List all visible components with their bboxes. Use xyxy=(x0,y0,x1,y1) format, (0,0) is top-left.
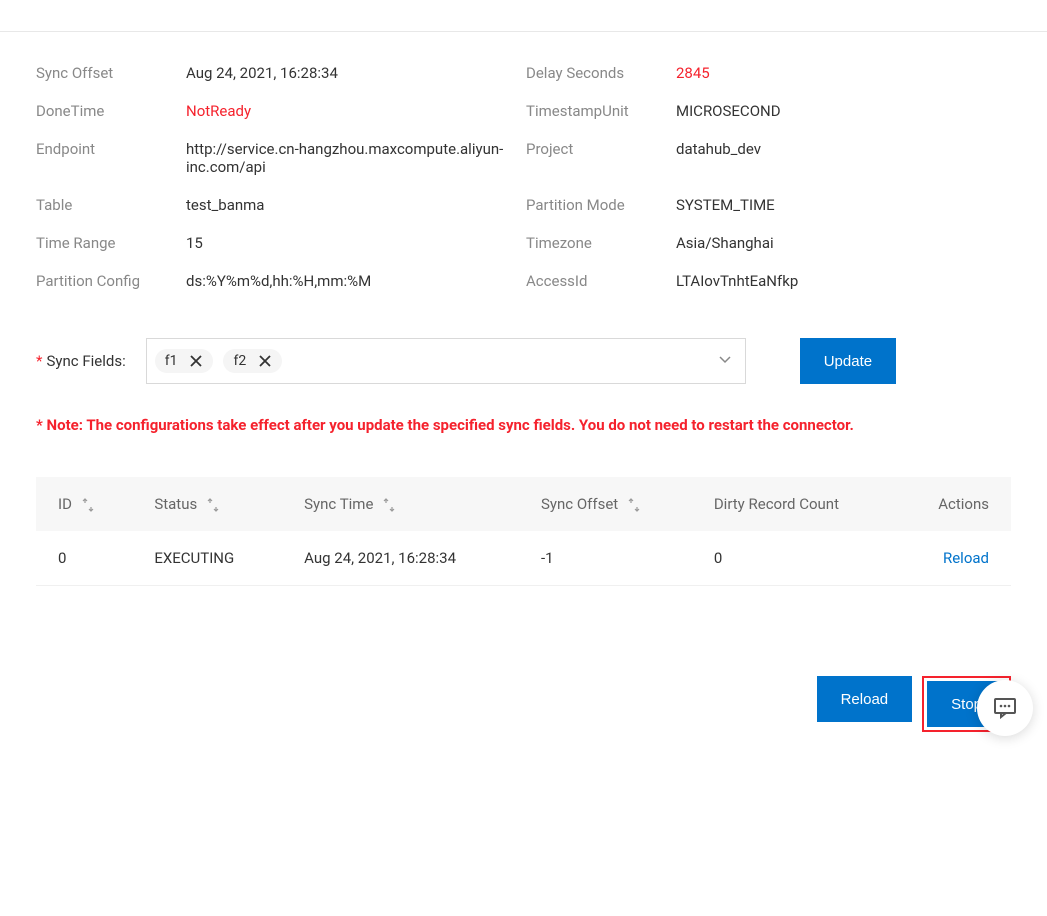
sync-field-tag: f1 xyxy=(155,349,214,373)
cell-sync-offset: -1 xyxy=(519,531,692,586)
cell-sync-time: Aug 24, 2021, 16:28:34 xyxy=(282,531,519,586)
chat-icon xyxy=(992,695,1018,721)
sort-icon[interactable] xyxy=(383,498,395,512)
th-status[interactable]: Status xyxy=(132,477,282,531)
sync-field-tag-text: f1 xyxy=(165,353,178,369)
value-timestamp-unit: MICROSECOND xyxy=(676,102,1016,120)
th-sync-offset[interactable]: Sync Offset xyxy=(519,477,692,531)
sync-fields-label: *Sync Fields: xyxy=(36,352,126,370)
label-partition-config: Partition Config xyxy=(36,272,186,290)
th-dirty-count: Dirty Record Count xyxy=(692,477,897,531)
label-project: Project xyxy=(526,140,676,176)
value-partition-mode: SYSTEM_TIME xyxy=(676,196,1016,214)
th-sync-time[interactable]: Sync Time xyxy=(282,477,519,531)
th-actions-label: Actions xyxy=(938,495,989,513)
label-delay-seconds: Delay Seconds xyxy=(526,64,676,82)
sort-icon[interactable] xyxy=(82,498,94,512)
label-time-range: Time Range xyxy=(36,234,186,252)
value-endpoint: http://service.cn-hangzhou.maxcompute.al… xyxy=(186,140,526,176)
th-actions: Actions xyxy=(896,477,1011,531)
reload-row-link[interactable]: Reload xyxy=(943,549,989,567)
th-sync-time-label: Sync Time xyxy=(304,495,373,513)
th-id[interactable]: ID xyxy=(36,477,132,531)
sync-field-tag: f2 xyxy=(223,349,282,373)
value-delay-seconds: 2845 xyxy=(676,64,1016,82)
required-star: * xyxy=(36,352,42,370)
close-icon[interactable] xyxy=(258,354,272,368)
value-project: datahub_dev xyxy=(676,140,1016,176)
close-icon[interactable] xyxy=(189,354,203,368)
top-divider xyxy=(0,0,1047,32)
value-table: test_banma xyxy=(186,196,526,214)
value-done-time: NotReady xyxy=(186,102,526,120)
label-timezone: Timezone xyxy=(526,234,676,252)
label-partition-mode: Partition Mode xyxy=(526,196,676,214)
th-status-label: Status xyxy=(154,495,197,513)
th-id-label: ID xyxy=(58,495,72,513)
sort-icon[interactable] xyxy=(207,498,219,512)
sort-icon[interactable] xyxy=(628,498,640,512)
sync-field-tag-text: f2 xyxy=(233,353,246,369)
reload-button[interactable]: Reload xyxy=(817,676,913,722)
label-timestamp-unit: TimestampUnit xyxy=(526,102,676,120)
label-table: Table xyxy=(36,196,186,214)
th-dirty-count-label: Dirty Record Count xyxy=(714,495,839,513)
value-partition-config: ds:%Y%m%d,hh:%H,mm:%M xyxy=(186,272,526,290)
cell-id: 0 xyxy=(36,531,132,586)
status-table: ID Status Sync Time xyxy=(36,477,1011,586)
value-timezone: Asia/Shanghai xyxy=(676,234,1016,252)
label-done-time: DoneTime xyxy=(36,102,186,120)
update-button[interactable]: Update xyxy=(800,338,896,384)
cell-dirty-count: 0 xyxy=(692,531,897,586)
label-endpoint: Endpoint xyxy=(36,140,186,176)
chevron-down-icon[interactable] xyxy=(717,351,733,371)
label-access-id: AccessId xyxy=(526,272,676,290)
value-time-range: 15 xyxy=(186,234,526,252)
value-access-id: LTAIovTnhtEaNfkp xyxy=(676,272,1016,290)
sync-fields-label-text: Sync Fields: xyxy=(46,352,125,370)
label-sync-offset: Sync Offset xyxy=(36,64,186,82)
info-grid: Sync Offset Aug 24, 2021, 16:28:34 Delay… xyxy=(36,64,1011,290)
table-row: 0 EXECUTING Aug 24, 2021, 16:28:34 -1 0 … xyxy=(36,531,1011,586)
th-sync-offset-label: Sync Offset xyxy=(541,495,618,513)
feedback-fab[interactable] xyxy=(977,680,1033,736)
note-text: * Note: The configurations take effect a… xyxy=(36,412,1011,439)
value-sync-offset: Aug 24, 2021, 16:28:34 xyxy=(186,64,526,82)
cell-status: EXECUTING xyxy=(132,531,282,586)
sync-fields-select[interactable]: f1 f2 xyxy=(146,338,746,384)
